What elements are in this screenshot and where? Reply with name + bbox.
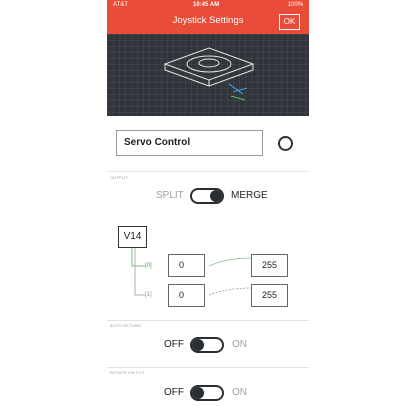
channel-0-min-input[interactable]: 0 (168, 254, 205, 277)
channel-1-index: [1] (145, 292, 152, 298)
auto-return-off-label: OFF (164, 339, 184, 350)
auto-return-switch[interactable] (190, 337, 224, 353)
divider (107, 367, 309, 368)
channel-0-index: [0] (145, 263, 152, 269)
phone-screen: AT&T 10:45 AM 100% Joystick Settings OK (107, 0, 309, 416)
rotate-on-tilt-off-label: OFF (164, 387, 184, 398)
switch-knob (192, 339, 204, 351)
rotate-on-tilt-on-label: ON (232, 387, 247, 398)
switch-knob (192, 387, 204, 399)
rotate-on-tilt-switch[interactable] (190, 385, 224, 401)
auto-return-section-label: AUTO RETURN (110, 323, 142, 328)
auto-return-toggle-row: OFF ON (164, 337, 264, 355)
channel-1-max-input[interactable]: 255 (251, 284, 288, 307)
auto-return-on-label: ON (232, 339, 247, 350)
channel-0-max-input[interactable]: 255 (251, 254, 288, 277)
channel-1-min-input[interactable]: 0 (168, 284, 205, 307)
divider (107, 320, 309, 321)
rotate-on-tilt-section-label: ROTATE ON TILT (110, 370, 145, 375)
rotate-on-tilt-toggle-row: OFF ON (164, 385, 264, 403)
